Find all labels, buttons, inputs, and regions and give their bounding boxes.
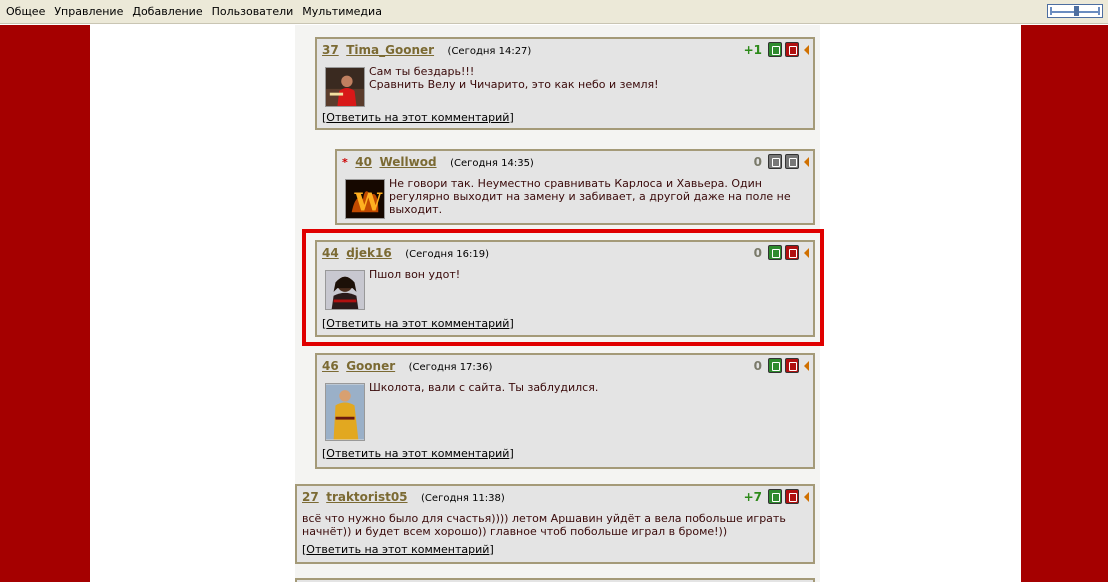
comment-line: Не говори так. Неуместно сравнивать Карл… (389, 177, 762, 190)
reply-label[interactable]: Ответить на этот комментарий (306, 543, 489, 556)
left-side-banner (0, 25, 90, 582)
vote-up-icon[interactable] (768, 358, 782, 373)
comment-score: 0 (753, 154, 762, 169)
comment-score: 0 (753, 358, 762, 373)
comment-27: 27 traktorist05 (Сегодня 11:38) +7 всё ч… (295, 484, 815, 564)
slider-end-right (1098, 7, 1100, 15)
comment-number-link[interactable]: 44 (322, 246, 339, 260)
svg-text:W: W (354, 187, 384, 216)
comment-text: Школота, вали с сайта. Ты заблудился. (369, 381, 805, 394)
menu-item-management[interactable]: Управление (54, 5, 123, 18)
comment-rating: 0 (754, 154, 809, 169)
new-comment-star: * (342, 156, 348, 169)
comment-score: 0 (753, 245, 762, 260)
comment-rating: +1 (744, 42, 809, 57)
vote-down-icon[interactable] (785, 245, 799, 260)
comment-time: (Сегодня 14:35) (450, 158, 534, 169)
comment-author-link[interactable]: Gooner (346, 359, 395, 373)
avatar-player-yellow-kit-icon (325, 383, 365, 441)
vote-down-icon[interactable] (785, 489, 799, 504)
comment-line: регулярно выходит на замену и забивает, … (389, 190, 791, 203)
avatar-flame-w-icon: W (345, 179, 385, 219)
comment-line: Сам ты бездарь!!! (369, 65, 475, 78)
comment-40: * 40 Wellwod (Сегодня 14:35) 0 W Не гово… (335, 149, 815, 225)
comment-number-link[interactable]: 46 (322, 359, 339, 373)
comment-number-link[interactable]: 40 (355, 155, 372, 169)
comment-rating: 0 (754, 358, 809, 373)
right-side-banner (1021, 25, 1108, 582)
reply-label[interactable]: Ответить на этот комментарий (326, 447, 509, 460)
collapse-arrow-icon[interactable] (804, 44, 809, 55)
reply-link[interactable]: [Ответить на этот комментарий] (322, 447, 514, 460)
collapse-arrow-icon[interactable] (804, 491, 809, 502)
comment-author-link[interactable]: Wellwod (379, 155, 436, 169)
reply-link[interactable]: [Ответить на этот комментарий] (322, 111, 514, 124)
vote-down-icon[interactable] (785, 154, 799, 169)
comment-line: Пшол вон удот! (369, 268, 461, 281)
vote-up-icon[interactable] (768, 245, 782, 260)
slider-thumb[interactable] (1074, 6, 1079, 16)
comment-time: (Сегодня 16:19) (405, 249, 490, 260)
comment-37: 37 Tima_Gooner (Сегодня 14:27) +1 Сам ты… (315, 37, 815, 130)
reply-link[interactable]: [Ответить на этот комментарий] (322, 317, 514, 330)
menu-item-general[interactable]: Общее (6, 5, 45, 18)
comment-author-link[interactable]: djek16 (346, 246, 392, 260)
comment-line: начнёт)) и будет всем хорошо)) главное ч… (302, 525, 728, 538)
avatar-red-player-icon (325, 67, 365, 107)
reply-link[interactable]: [Ответить на этот комментарий] (302, 543, 494, 556)
vote-down-icon[interactable] (785, 42, 799, 57)
collapse-arrow-icon[interactable] (804, 247, 809, 258)
collapse-arrow-icon[interactable] (804, 360, 809, 371)
comment-rating: +7 (744, 489, 809, 504)
comment-time: (Сегодня 11:38) (421, 493, 505, 504)
comment-header: 27 traktorist05 (Сегодня 11:38) (302, 490, 505, 504)
comment-text: Пшол вон удот! (369, 268, 805, 281)
comment-time: (Сегодня 14:27) (447, 46, 532, 57)
menu-item-multimedia[interactable]: Мультимедиа (302, 5, 382, 18)
reply-label[interactable]: Ответить на этот комментарий (326, 317, 509, 330)
comment-next-partial (295, 578, 815, 582)
menu-item-add[interactable]: Добавление (132, 5, 202, 18)
vote-up-icon[interactable] (768, 42, 782, 57)
comment-44: 44 djek16 (Сегодня 16:19) 0 Пшол вон удо… (315, 240, 815, 337)
comment-header: 44 djek16 (Сегодня 16:19) (322, 246, 489, 260)
collapse-arrow-icon[interactable] (804, 156, 809, 167)
width-slider[interactable] (1047, 4, 1103, 18)
vote-down-icon[interactable] (785, 358, 799, 373)
comment-author-link[interactable]: traktorist05 (326, 490, 407, 504)
admin-toolbar: Общее Управление Добавление Пользователи… (0, 0, 1108, 24)
comment-score: +7 (743, 489, 762, 504)
comment-number-link[interactable]: 37 (322, 43, 339, 57)
comment-text: Не говори так. Неуместно сравнивать Карл… (389, 177, 805, 216)
comment-46: 46 Gooner (Сегодня 17:36) 0 Школота, вал… (315, 353, 815, 469)
comment-header: 37 Tima_Gooner (Сегодня 14:27) (322, 43, 531, 57)
avatar-player-dreadlocks-icon (325, 270, 365, 310)
comment-header: * 40 Wellwod (Сегодня 14:35) (342, 155, 534, 169)
comment-time: (Сегодня 17:36) (408, 362, 493, 373)
slider-end-left (1050, 7, 1052, 15)
comment-line: выходит. (389, 203, 443, 216)
comment-author-link[interactable]: Tima_Gooner (346, 43, 434, 57)
comment-text: всё что нужно было для счастья)))) летом… (302, 512, 805, 538)
vote-up-icon[interactable] (768, 154, 782, 169)
comment-rating: 0 (754, 245, 809, 260)
comment-line: Школота, вали с сайта. Ты заблудился. (369, 381, 599, 394)
comment-score: +1 (743, 42, 762, 57)
comment-header: 46 Gooner (Сегодня 17:36) (322, 359, 492, 373)
comment-line: всё что нужно было для счастья)))) летом… (302, 512, 786, 525)
comment-number-link[interactable]: 27 (302, 490, 319, 504)
comment-text: Сам ты бездарь!!! Сравнить Велу и Чичари… (369, 65, 805, 91)
menu-item-users[interactable]: Пользователи (212, 5, 294, 18)
admin-menu: Общее Управление Добавление Пользователи… (6, 5, 391, 18)
reply-label[interactable]: Ответить на этот комментарий (326, 111, 509, 124)
vote-up-icon[interactable] (768, 489, 782, 504)
comment-line: Сравнить Велу и Чичарито, это как небо и… (369, 78, 659, 91)
